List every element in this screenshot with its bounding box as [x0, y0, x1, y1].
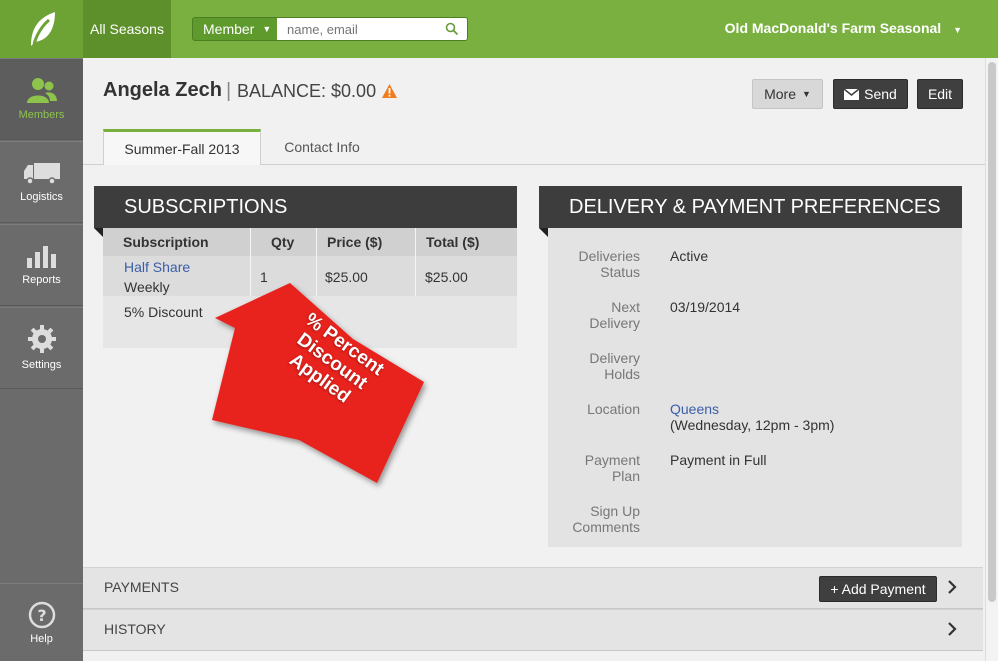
label-line: Status: [600, 264, 640, 280]
tab-summer-fall-2013[interactable]: Summer-Fall 2013: [103, 129, 261, 165]
label-line: Delivery: [589, 315, 640, 331]
help-label: Help: [30, 632, 53, 645]
sidebar-item-reports[interactable]: Reports: [0, 224, 83, 306]
column-header-qty: Qty: [251, 228, 316, 256]
gear-icon: [27, 325, 56, 353]
send-label: Send: [864, 86, 897, 102]
sidebar: Members Logistics Reports Settings ? Hel…: [0, 58, 83, 661]
farm-name: Old MacDonald's Farm Seasonal: [724, 20, 942, 36]
history-title: HISTORY: [104, 621, 166, 637]
label-line: Holds: [604, 366, 640, 382]
scrollbar-thumb[interactable]: [988, 62, 996, 602]
deliveries-status-label: Deliveries Status: [548, 248, 640, 280]
sidebar-item-label: Members: [18, 109, 65, 121]
member-dropdown-label: Member: [203, 21, 255, 37]
delivery-details: Deliveries Status Active Next Delivery 0…: [548, 228, 962, 547]
caret-down-icon: ▼: [262, 24, 272, 34]
delivery-holds-label: Delivery Holds: [548, 350, 640, 382]
label-line: Plan: [611, 468, 640, 484]
label-line: Location: [587, 401, 640, 417]
subscriptions-title: SUBSCRIPTIONS: [124, 195, 288, 218]
label-line: Next: [611, 299, 640, 315]
delivery-header: DELIVERY & PAYMENT PREFERENCES: [539, 186, 962, 228]
search-input[interactable]: [277, 18, 437, 40]
payment-plan-value: Payment in Full: [670, 452, 767, 468]
sidebar-item-help[interactable]: ? Help: [0, 583, 83, 661]
payment-plan-label: Payment Plan: [548, 452, 640, 484]
sidebar-item-settings[interactable]: Settings: [0, 307, 83, 389]
top-bar: All Seasons Member ▼ Old MacDonald's Far…: [0, 0, 998, 58]
next-delivery-label: Next Delivery: [548, 299, 640, 331]
bar-chart-icon: [26, 246, 56, 268]
member-name: Angela Zech: [103, 79, 222, 101]
sidebar-item-logistics[interactable]: Logistics: [0, 141, 83, 223]
edit-button[interactable]: Edit: [917, 79, 963, 109]
column-header-total: Total ($): [416, 228, 517, 256]
subscription-name-link[interactable]: Half Share: [124, 259, 190, 275]
send-button[interactable]: Send: [833, 79, 908, 109]
member-balance: BALANCE: $0.00: [237, 81, 377, 101]
column-header-price: Price ($): [317, 228, 415, 256]
more-button[interactable]: More ▼: [752, 79, 823, 109]
subscription-frequency: Weekly: [124, 279, 170, 295]
add-payment-button[interactable]: + Add Payment: [819, 576, 937, 602]
label-line: Deliveries: [578, 248, 640, 264]
leaf-logo-icon: [30, 12, 55, 46]
location-label: Location: [548, 401, 640, 417]
warning-icon[interactable]: [382, 84, 397, 98]
history-section[interactable]: HISTORY: [83, 609, 983, 651]
app-logo[interactable]: [0, 0, 83, 58]
member-search-type-dropdown[interactable]: Member ▼: [192, 17, 278, 41]
caret-down-icon: ▼: [801, 89, 811, 99]
column-header-subscription: Subscription: [103, 228, 250, 256]
deliveries-status-value: Active: [670, 248, 709, 264]
discount-label: 5% Discount: [124, 304, 203, 320]
tab-contact-info[interactable]: Contact Info: [262, 129, 382, 165]
sidebar-item-label: Reports: [22, 274, 61, 286]
panel-fold-corner: [94, 228, 103, 237]
svg-text:?: ?: [37, 606, 46, 625]
vertical-scrollbar[interactable]: [985, 58, 998, 661]
label-line: Delivery: [589, 350, 640, 366]
truck-icon: [23, 163, 60, 185]
farm-selector[interactable]: Old MacDonald's Farm Seasonal ▼: [725, 20, 962, 36]
sidebar-item-members[interactable]: Members: [0, 58, 83, 140]
header-separator: |: [226, 80, 232, 102]
subscriptions-header: SUBSCRIPTIONS: [94, 186, 517, 228]
help-icon: ?: [28, 601, 55, 628]
chevron-right-icon[interactable]: [947, 622, 957, 636]
signup-comments-label: Sign Up Comments: [548, 503, 640, 535]
sidebar-item-label: Logistics: [20, 191, 63, 203]
search-icon[interactable]: [445, 22, 459, 36]
location-value: Queens (Wednesday, 12pm - 3pm): [670, 401, 834, 433]
payments-title: PAYMENTS: [104, 579, 179, 595]
location-link[interactable]: Queens: [670, 401, 834, 417]
all-seasons-tab[interactable]: All Seasons: [83, 0, 171, 58]
delivery-title: DELIVERY & PAYMENT PREFERENCES: [569, 195, 941, 218]
more-label: More: [764, 86, 796, 102]
members-icon: [26, 78, 57, 103]
label-line: Comments: [572, 519, 640, 535]
label-line: Sign Up: [590, 503, 640, 519]
next-delivery-value: 03/19/2014: [670, 299, 741, 315]
panel-fold-corner: [539, 228, 548, 237]
envelope-icon: [844, 88, 860, 100]
payments-section[interactable]: PAYMENTS + Add Payment: [83, 567, 983, 609]
sidebar-item-label: Settings: [21, 359, 62, 371]
location-schedule: (Wednesday, 12pm - 3pm): [670, 417, 835, 433]
chevron-right-icon[interactable]: [947, 580, 957, 594]
caret-down-icon: ▼: [953, 25, 962, 35]
label-line: Payment: [584, 452, 640, 468]
search-box: [277, 17, 468, 41]
